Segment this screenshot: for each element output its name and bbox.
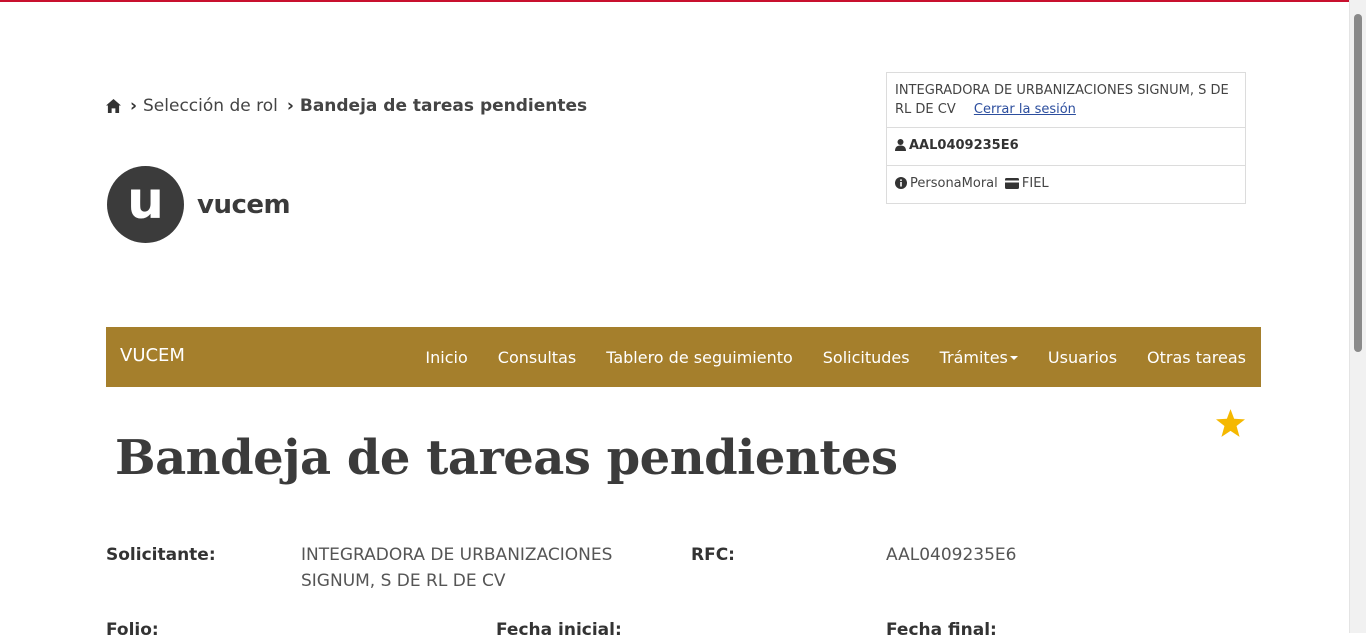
top-accent-line: [0, 0, 1350, 2]
auth-type: FIEL: [1021, 176, 1049, 191]
vucem-logo: u vucem: [107, 166, 291, 243]
nav-item-consultas[interactable]: Consultas: [483, 348, 591, 367]
breadcrumb-item-current: Bandeja de tareas pendientes: [299, 96, 588, 116]
nav-item-tablero[interactable]: Tablero de seguimiento: [591, 348, 808, 367]
nav-item-inicio[interactable]: Inicio: [410, 348, 482, 367]
nav-item-solicitudes[interactable]: Solicitudes: [808, 348, 925, 367]
logo-text: vucem: [197, 189, 291, 220]
fecha-final-label: Fecha final:: [886, 620, 997, 640]
user-panel: INTEGRADORA DE URBANIZACIONES SIGNUM, S …: [886, 72, 1246, 204]
scrollbar-thumb[interactable]: [1354, 14, 1362, 352]
logo-mark: u: [107, 166, 184, 243]
user-icon: [895, 138, 906, 157]
nav-item-tramites-label: Trámites: [939, 347, 1008, 367]
folio-label: Folio:: [106, 620, 159, 640]
user-type-row: PersonaMoral FIEL: [887, 166, 1245, 203]
solicitante-label: Solicitante:: [106, 545, 216, 565]
page-scrollbar[interactable]: [1349, 0, 1366, 633]
caret-down-icon: [1009, 356, 1018, 360]
solicitante-value: INTEGRADORA DE URBANIZACIONES SIGNUM, S …: [301, 545, 613, 591]
info-icon: [895, 176, 907, 195]
page-title: Bandeja de tareas pendientes: [115, 430, 898, 486]
rfc-label: RFC:: [691, 545, 735, 565]
main-navbar: VUCEM Inicio Consultas Tablero de seguim…: [106, 327, 1261, 387]
credit-card-icon: [1004, 176, 1019, 195]
breadcrumb: › Selección de rol › Bandeja de tareas p…: [106, 96, 587, 116]
logout-link[interactable]: Cerrar la sesión: [974, 102, 1076, 117]
person-type: PersonaMoral: [910, 176, 998, 191]
chevron-right-icon: ›: [130, 96, 138, 116]
navbar-brand[interactable]: VUCEM: [120, 345, 185, 366]
breadcrumb-item-role[interactable]: Selección de rol: [143, 96, 278, 116]
nav-menu: Inicio Consultas Tablero de seguimiento …: [410, 327, 1261, 387]
user-company-row: INTEGRADORA DE URBANIZACIONES SIGNUM, S …: [887, 73, 1245, 128]
chevron-right-icon: ›: [286, 96, 294, 116]
home-icon[interactable]: [106, 99, 121, 113]
user-rfc-row: AAL0409235E6: [887, 128, 1245, 166]
user-rfc: AAL0409235E6: [909, 138, 1019, 153]
rfc-value: AAL0409235E6: [886, 545, 1017, 565]
fecha-inicial-label: Fecha inicial:: [496, 620, 622, 640]
nav-item-usuarios[interactable]: Usuarios: [1033, 348, 1132, 367]
star-icon[interactable]: [1216, 409, 1245, 441]
nav-item-tramites[interactable]: Trámites: [925, 348, 1033, 367]
nav-item-otras-tareas[interactable]: Otras tareas: [1132, 348, 1261, 367]
